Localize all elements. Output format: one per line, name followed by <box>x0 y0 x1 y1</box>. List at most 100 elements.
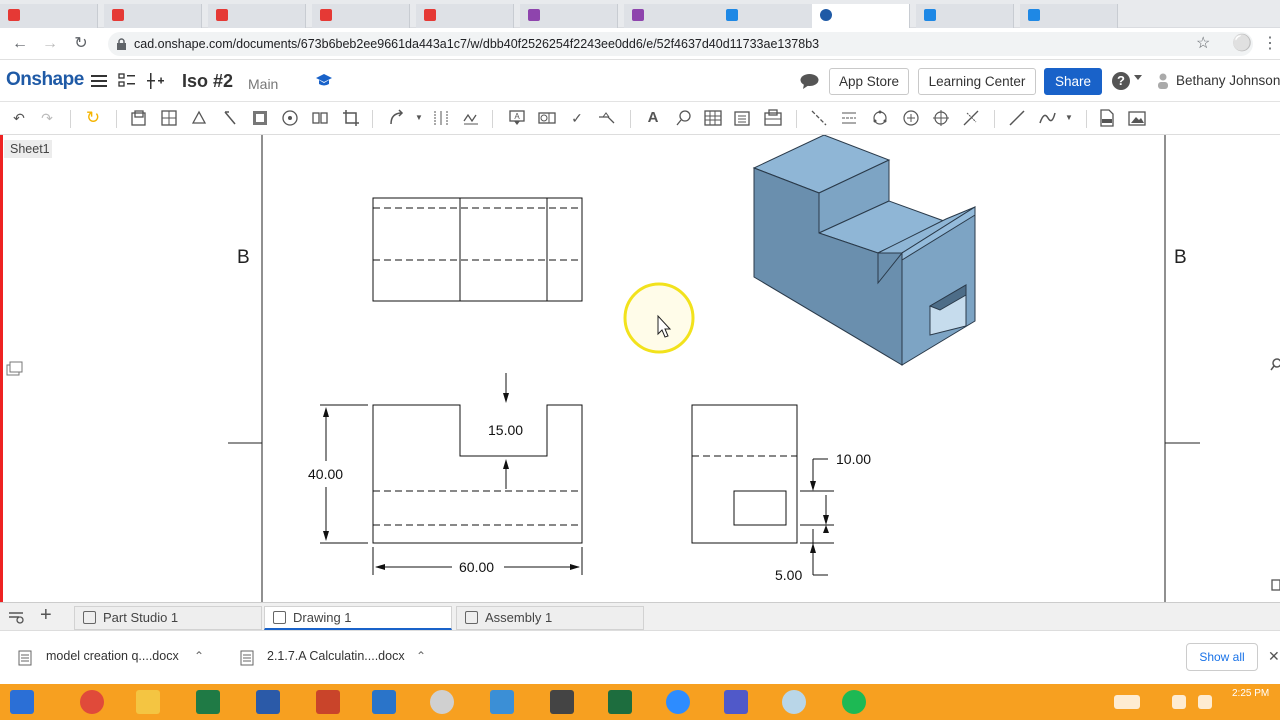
chevron-down-icon[interactable]: ▼ <box>410 109 428 127</box>
insert-image-icon[interactable] <box>1128 109 1146 127</box>
update-icon[interactable]: ↻ <box>84 109 102 127</box>
chevron-down-icon[interactable]: ▼ <box>1060 109 1078 127</box>
publisher-icon[interactable] <box>608 690 632 714</box>
redo-icon[interactable]: ↷ <box>38 109 56 127</box>
chrome-icon[interactable] <box>80 690 104 714</box>
broken-view-icon[interactable] <box>281 109 299 127</box>
front-view[interactable] <box>320 373 583 575</box>
top-view[interactable] <box>372 197 583 302</box>
user-name[interactable]: Bethany Johnson <box>1176 73 1280 88</box>
tab-part-studio[interactable]: Part Studio 1 <box>74 606 262 630</box>
extension-line-icon[interactable] <box>962 109 980 127</box>
onshape-logo[interactable]: Onshape <box>6 69 84 91</box>
crop-icon[interactable] <box>342 109 360 127</box>
reload-icon[interactable]: ↻ <box>71 34 91 54</box>
app-icon[interactable] <box>430 690 454 714</box>
battery-icon[interactable] <box>1172 695 1186 709</box>
weld-symbol-icon[interactable] <box>598 109 616 127</box>
back-icon[interactable]: ← <box>10 34 30 54</box>
app-icon[interactable] <box>782 690 806 714</box>
surface-finish-icon[interactable]: ✓ <box>568 109 586 127</box>
dimension-slot-top[interactable]: 10.00 <box>836 451 871 467</box>
dimension-width[interactable]: 60.00 <box>459 559 494 575</box>
close-icon[interactable]: ✕ <box>1268 648 1280 665</box>
forward-icon[interactable]: → <box>40 34 60 54</box>
side-view[interactable] <box>691 404 834 576</box>
url-field[interactable]: cad.onshape.com/documents/673b6beb2ee966… <box>108 32 1253 56</box>
browser-tab[interactable] <box>208 4 306 28</box>
share-button[interactable]: Share <box>1044 68 1102 95</box>
add-tab-icon[interactable]: + <box>40 604 52 627</box>
sketch-line-icon[interactable] <box>1008 109 1026 127</box>
sheet-tab[interactable]: Sheet1 <box>4 140 52 158</box>
branch-label[interactable]: Main <box>248 76 278 92</box>
tab-assembly[interactable]: Assembly 1 <box>456 606 644 630</box>
baseline-dimension-icon[interactable] <box>462 109 480 127</box>
app-icon[interactable] <box>490 690 514 714</box>
graduation-cap-icon[interactable] <box>316 73 332 87</box>
browser-tab[interactable] <box>416 4 514 28</box>
bolt-circle-icon[interactable] <box>871 109 889 127</box>
store-icon[interactable] <box>372 690 396 714</box>
callout-icon[interactable] <box>675 109 693 127</box>
dimension-slot-bottom[interactable]: 5.00 <box>775 567 802 583</box>
circle-center-mark-icon[interactable] <box>932 109 950 127</box>
document-title[interactable]: Iso #2 <box>182 71 233 92</box>
browser-tab[interactable] <box>0 4 98 28</box>
download-item-2[interactable]: 2.1.7.A Calculatin....docx <box>267 649 405 663</box>
crop-view-icon[interactable] <box>311 109 329 127</box>
download-item-1[interactable]: model creation q....docx <box>46 649 179 663</box>
drawing-sheet[interactable] <box>228 135 1200 602</box>
spline-icon[interactable] <box>1038 109 1056 127</box>
bom-table-icon[interactable] <box>764 109 782 127</box>
insert-view-icon[interactable] <box>130 109 148 127</box>
feature-list-icon[interactable] <box>118 72 136 90</box>
detail-view-icon[interactable] <box>251 109 269 127</box>
datum-icon[interactable]: A <box>508 109 526 127</box>
help-icon[interactable]: ? <box>1112 72 1130 90</box>
file-explorer-icon[interactable] <box>136 690 160 714</box>
chevron-up-icon[interactable]: ⌃ <box>416 649 426 663</box>
browser-tab[interactable] <box>718 4 816 28</box>
feature-control-frame-icon[interactable] <box>538 109 556 127</box>
section-view-icon[interactable] <box>221 109 239 127</box>
auxiliary-view-icon[interactable] <box>190 109 208 127</box>
dimension-icon[interactable] <box>388 109 406 127</box>
text-note-icon[interactable]: A <box>644 109 662 127</box>
windows-start-icon[interactable] <box>10 690 34 714</box>
insert-icon[interactable] <box>147 72 165 90</box>
chevron-up-icon[interactable]: ⌃ <box>194 649 204 663</box>
drawing-canvas[interactable]: B B 15.00 40.00 60.00 10.00 5.00 <box>228 135 1200 602</box>
menu-kebab-icon[interactable]: ⋮ <box>1260 34 1280 54</box>
hamburger-menu-icon[interactable] <box>91 74 107 88</box>
search-icon[interactable] <box>1270 357 1280 373</box>
dimension-height[interactable]: 40.00 <box>308 466 343 482</box>
zoom-icon[interactable] <box>666 690 690 714</box>
browser-tab[interactable] <box>624 4 722 28</box>
tab-manager-icon[interactable] <box>8 609 24 625</box>
comment-icon[interactable] <box>800 73 819 89</box>
isometric-view[interactable] <box>752 135 976 366</box>
extension-icon[interactable]: ⚪ <box>1232 34 1252 54</box>
chevron-down-icon[interactable] <box>1134 75 1142 80</box>
learning-center-button[interactable]: Learning Center <box>918 68 1036 95</box>
volume-icon[interactable] <box>1198 695 1212 709</box>
powerpoint-icon[interactable] <box>316 690 340 714</box>
hole-table-icon[interactable] <box>734 109 752 127</box>
centerline-between-lines-icon[interactable] <box>840 109 858 127</box>
video-app-icon[interactable] <box>550 690 574 714</box>
show-all-button[interactable]: Show all <box>1186 643 1258 671</box>
linear-dimension-icon[interactable] <box>432 109 450 127</box>
projected-view-icon[interactable] <box>160 109 178 127</box>
excel-icon[interactable] <box>196 690 220 714</box>
sheet-list-toggle-icon[interactable] <box>6 361 24 377</box>
spotify-icon[interactable] <box>842 690 866 714</box>
browser-tab-active[interactable] <box>812 4 910 28</box>
centerline-icon[interactable] <box>810 109 828 127</box>
center-mark-icon[interactable] <box>902 109 920 127</box>
browser-tab[interactable] <box>312 4 410 28</box>
browser-tab[interactable] <box>916 4 1014 28</box>
word-icon[interactable] <box>256 690 280 714</box>
config-panel-icon[interactable] <box>1270 577 1280 593</box>
browser-tab[interactable] <box>1020 4 1118 28</box>
